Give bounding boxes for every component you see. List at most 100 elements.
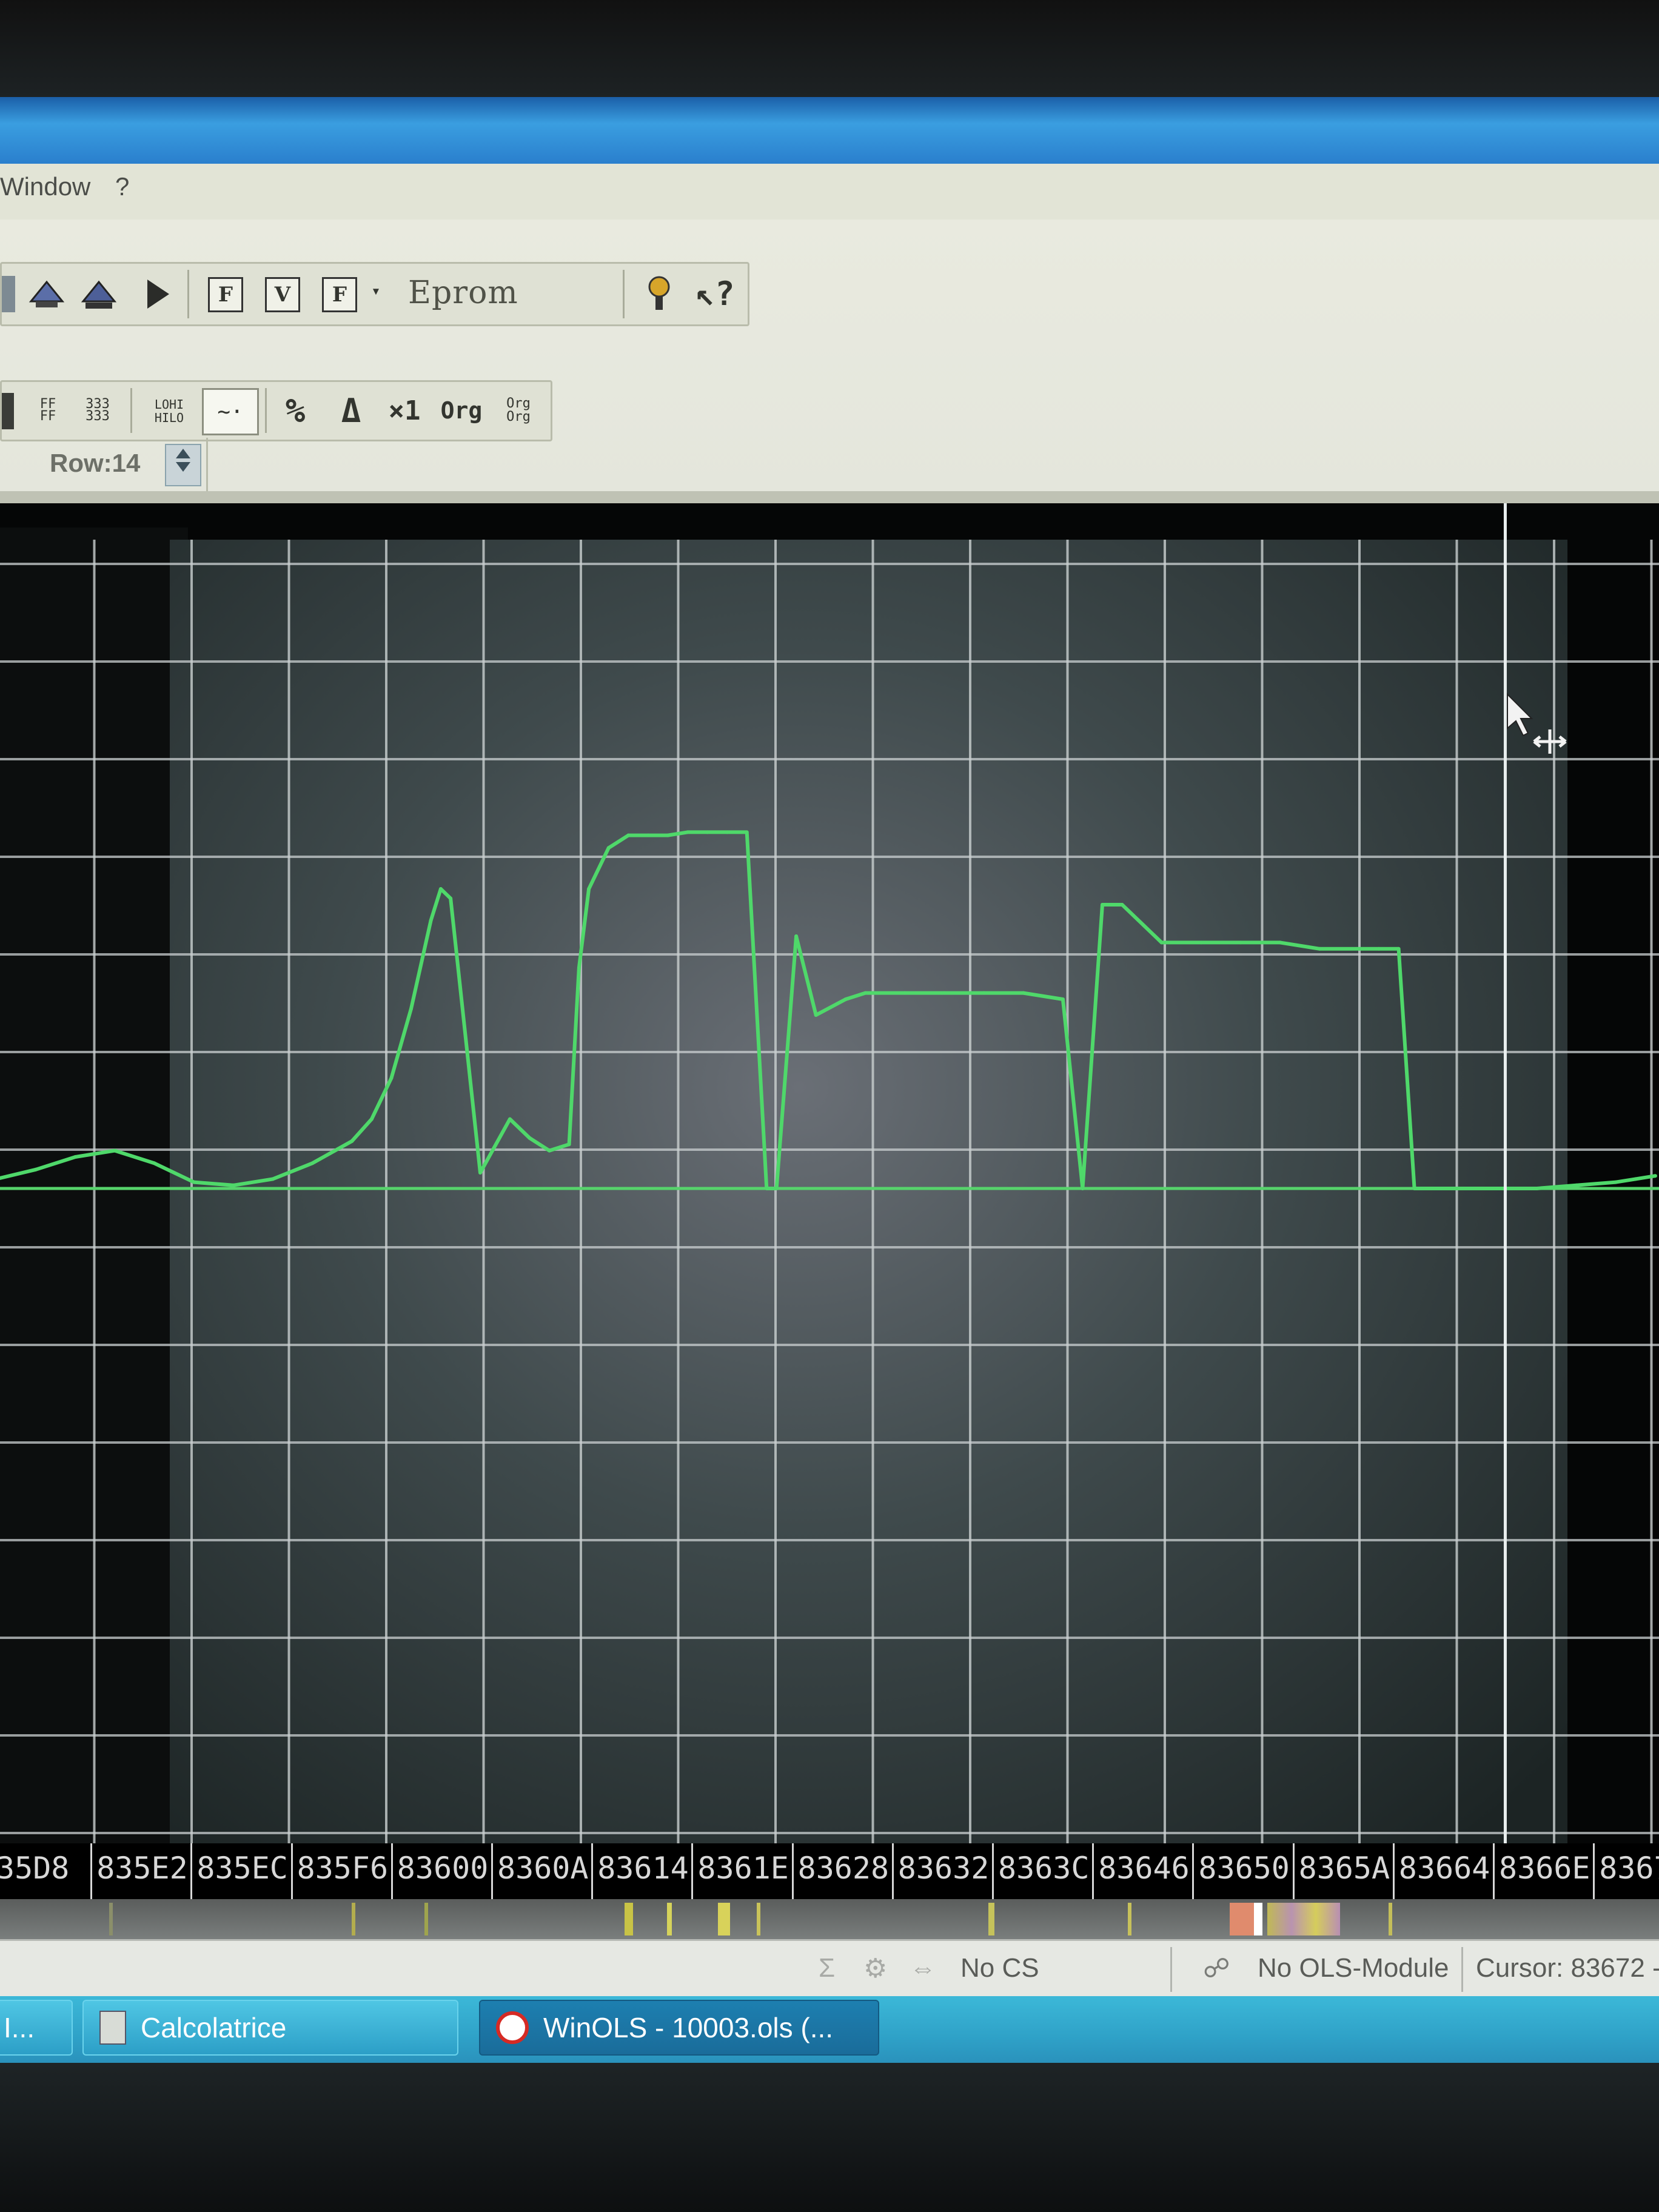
taskbar-item-calcolatrice[interactable]: Calcolatrice [82,2000,458,2056]
v-button[interactable]: V [265,277,300,312]
x-tick-divider [591,1843,594,1899]
data-point [231,1183,235,1187]
data-point [666,833,670,837]
x-tick-label: 835EC [196,1851,288,1886]
x-tick-divider [791,1843,794,1899]
x-tick-label: 83646 [1098,1851,1190,1886]
download-icon[interactable] [79,275,118,313]
data-point [1101,903,1104,907]
data-point [1412,1187,1416,1190]
overview-position[interactable] [1254,1903,1262,1936]
data-point [429,919,433,922]
data-point [1199,940,1203,945]
data-point [1574,1183,1578,1187]
row-selector: Row:14 [0,438,208,491]
menu-window[interactable]: Window [0,172,90,201]
x-tick-divider [390,1843,393,1899]
overview-mark [352,1903,355,1936]
lohi-button[interactable]: LOHI HILO [145,393,193,429]
help-icon[interactable] [641,273,677,313]
x-tick-label: 83664 [1398,1851,1490,1886]
x-tick-label: 83632 [897,1851,990,1886]
status-separator [1170,1947,1172,1992]
data-point [686,830,689,834]
upload-icon[interactable] [27,275,66,313]
data-point [1239,940,1242,945]
chevron-down-icon[interactable]: ▾ [367,282,385,300]
play-icon[interactable] [142,277,173,311]
data-point [73,1155,78,1159]
plot-area [170,540,1567,1843]
data-point [1456,1187,1460,1190]
taskbar-item-label: WinOLS - 10003.ols (... [543,2012,834,2043]
x-tick-divider [90,1843,93,1899]
data-point [587,887,591,891]
overview-mark [718,1903,730,1936]
x-tick-divider [491,1843,493,1899]
spin-down-icon[interactable] [176,462,190,472]
data-point [508,1117,512,1121]
toolbar-partial-button[interactable] [2,276,15,312]
data-point [982,991,986,995]
data-point [350,1139,354,1143]
curve-view-icon[interactable]: ∼⋅ [202,388,259,435]
x-tick-label: 83628 [797,1851,890,1886]
data-point [725,830,729,834]
data-point [942,991,947,995]
status-bar: Σ ⚙ ⇔ No CS ☍ No OLS-Module Cursor: 8367… [0,1939,1659,1998]
taskbar: I... Calcolatrice WinOLS - 10003.ols (..… [0,1996,1659,2063]
spin-up-icon[interactable] [176,449,190,458]
p-button[interactable]: F [322,277,357,312]
data-point [814,1013,818,1017]
overview-bar[interactable] [0,1899,1659,1939]
times-one-button[interactable]: ×1 [386,390,423,431]
data-point [548,1148,551,1153]
mode-label[interactable]: Eprom [408,275,518,311]
data-point [1159,940,1164,945]
data-point [567,1142,571,1147]
data-point [113,1148,117,1153]
data-point [1357,947,1361,951]
context-help-icon[interactable]: ↖? [695,273,734,313]
percent-button[interactable]: % [277,390,313,431]
data-point [1318,947,1322,951]
original-compare-button[interactable]: Org Org [494,390,543,431]
x-tick-divider [891,1843,894,1899]
window-title-bar[interactable] [0,97,1659,164]
taskbar-item[interactable]: I... [0,2000,73,2056]
x-tick-divider [1392,1843,1395,1899]
sum-icon: Σ [819,1953,836,1983]
original-button[interactable]: Org [437,390,486,431]
overview-mark [757,1903,760,1936]
taskbar-item-winols[interactable]: WinOLS - 10003.ols (... [479,2000,879,2056]
monitor-bezel-bottom [0,2063,1659,2212]
data-point [1614,1180,1618,1184]
toolbar-separator [623,270,625,318]
data-point [774,1187,779,1190]
data-point [409,1007,413,1011]
overview-mark [1267,1903,1340,1936]
decimal-icon[interactable]: 333 333 [78,390,117,431]
data-point [794,934,799,938]
data-point [1377,947,1381,951]
data-point [369,1117,374,1121]
hex-ff-icon[interactable]: FF FF [31,390,65,431]
taskbar-item-label: I... [4,2012,35,2043]
winols-icon [496,2011,529,2044]
curve-plot[interactable] [0,503,1659,1843]
data-point [626,833,631,837]
checksum-status: No CS [960,1953,1039,1983]
data-point [1021,991,1025,995]
f-button[interactable]: F [208,277,243,312]
delta-button[interactable]: Δ [333,390,369,431]
x-tick-label: 35D8 [0,1851,70,1886]
data-point [438,887,443,891]
overview-mark [1389,1903,1392,1936]
menu-help[interactable]: ? [115,172,129,201]
overview-mark [1128,1903,1131,1936]
data-point [646,833,650,837]
x-tick-divider [290,1843,293,1899]
row-spinner[interactable] [165,444,201,486]
data-point [528,1136,532,1140]
toolbar-partial-button[interactable] [2,393,14,429]
